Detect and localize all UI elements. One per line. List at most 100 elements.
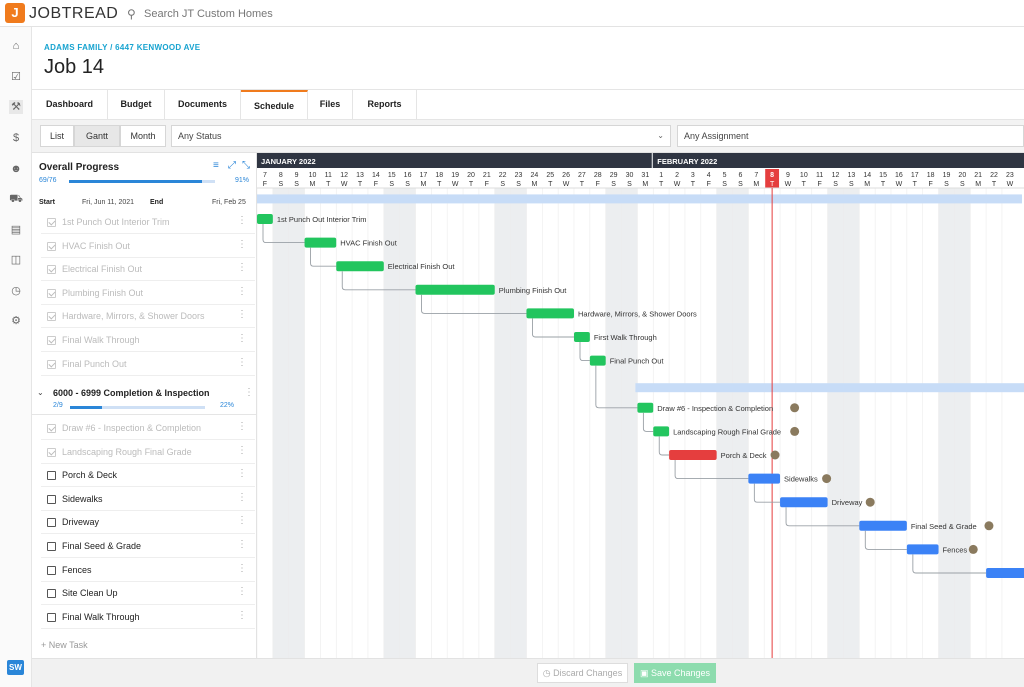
tab-budget[interactable]: Budget xyxy=(108,90,165,119)
checkbox-icon[interactable]: ☑ xyxy=(9,70,23,84)
task-menu-icon[interactable]: ⋮ xyxy=(237,563,247,574)
task-label[interactable]: Sidewalks xyxy=(62,494,103,504)
tab-reports[interactable]: Reports xyxy=(353,90,417,119)
chevron-down-icon[interactable]: ⌄ xyxy=(37,388,44,397)
task-label[interactable]: 1st Punch Out Interior Trim xyxy=(62,217,170,227)
task-row[interactable]: Driveway ⋮ xyxy=(41,511,255,535)
document-icon[interactable]: ◫ xyxy=(9,253,23,267)
assignment-filter-select[interactable]: Any Assignment xyxy=(677,125,1024,147)
task-label[interactable]: HVAC Finish Out xyxy=(62,241,130,251)
task-label[interactable]: Hardware, Mirrors, & Shower Doors xyxy=(62,311,205,321)
collapse-icon[interactable]: ⤢ xyxy=(228,160,236,171)
discard-changes-button[interactable]: ◷ Discard Changes xyxy=(537,663,628,683)
task-row[interactable]: Landscaping Rough Final Grade ⋮ xyxy=(41,441,255,464)
home-icon[interactable]: ⌂ xyxy=(9,39,23,53)
task-label[interactable]: Plumbing Finish Out xyxy=(62,288,143,298)
task-label[interactable]: Porch & Deck xyxy=(62,470,117,480)
tab-schedule[interactable]: Schedule xyxy=(241,90,308,119)
task-row[interactable]: Fences ⋮ xyxy=(41,559,255,582)
logo-text[interactable]: JOBTREAD xyxy=(29,5,118,23)
task-row[interactable]: Final Punch Out ⋮ xyxy=(41,353,255,376)
task-menu-icon[interactable]: ⋮ xyxy=(237,333,247,344)
wrench-icon[interactable]: ⚒ xyxy=(9,100,23,114)
tab-dashboard[interactable]: Dashboard xyxy=(32,90,108,119)
task-checkbox[interactable] xyxy=(47,265,56,275)
task-label[interactable]: Fences xyxy=(62,565,92,575)
task-menu-icon[interactable]: ⋮ xyxy=(237,468,247,479)
view-list-button[interactable]: List xyxy=(40,125,74,147)
task-row[interactable]: Final Walk Through ⋮ xyxy=(41,329,255,352)
task-menu-icon[interactable]: ⋮ xyxy=(237,610,247,621)
task-menu-icon[interactable]: ⋮ xyxy=(237,286,247,297)
task-menu-icon[interactable]: ⋮ xyxy=(237,239,247,250)
tab-documents[interactable]: Documents xyxy=(165,90,241,119)
task-menu-icon[interactable]: ⋮ xyxy=(237,262,247,273)
task-label[interactable]: Draw #6 - Inspection & Completion xyxy=(62,423,201,433)
task-menu-icon[interactable]: ⋮ xyxy=(237,215,247,226)
task-row[interactable]: Plumbing Finish Out ⋮ xyxy=(41,282,255,305)
status-filter-select[interactable]: Any Status ⌄ xyxy=(171,125,671,147)
view-gantt-button[interactable]: Gantt xyxy=(74,125,120,147)
task-checkbox[interactable] xyxy=(47,565,56,575)
gear-icon[interactable]: ⚙ xyxy=(9,314,23,328)
new-task-button[interactable]: + New Task xyxy=(41,640,88,650)
task-group-header[interactable]: ⌄ 6000 - 6999 Completion & Inspection 2/… xyxy=(32,383,256,415)
task-row[interactable]: Final Walk Through ⋮ xyxy=(41,606,255,629)
task-checkbox[interactable] xyxy=(47,312,56,322)
task-checkbox[interactable] xyxy=(47,589,56,599)
task-label[interactable]: Final Walk Through xyxy=(62,335,140,345)
expand-icon[interactable]: ⤡ xyxy=(242,160,250,171)
task-label[interactable]: Electrical Finish Out xyxy=(62,264,142,274)
task-label[interactable]: Final Seed & Grade xyxy=(62,541,141,551)
task-checkbox[interactable] xyxy=(47,359,56,369)
users-icon[interactable]: ☻ xyxy=(9,162,23,176)
task-checkbox[interactable] xyxy=(47,612,56,622)
search-box[interactable]: ⚲ Search JT Custom Homes xyxy=(119,2,359,25)
list-icon[interactable]: ≡ xyxy=(213,160,219,171)
task-label[interactable]: Driveway xyxy=(62,517,99,527)
task-menu-icon[interactable]: ⋮ xyxy=(237,421,247,432)
search-input[interactable]: Search JT Custom Homes xyxy=(144,8,273,20)
task-row[interactable]: Hardware, Mirrors, & Shower Doors ⋮ xyxy=(41,305,255,329)
task-checkbox[interactable] xyxy=(47,471,56,481)
clock-icon[interactable]: ◷ xyxy=(9,284,23,298)
task-checkbox[interactable] xyxy=(47,241,56,251)
task-menu-icon[interactable]: ⋮ xyxy=(237,515,247,526)
task-checkbox[interactable] xyxy=(47,494,56,504)
task-row[interactable]: HVAC Finish Out ⋮ xyxy=(41,235,255,258)
task-row[interactable]: Site Clean Up ⋮ xyxy=(41,582,255,606)
task-label[interactable]: Final Walk Through xyxy=(62,612,140,622)
view-month-button[interactable]: Month xyxy=(120,125,166,147)
task-menu-icon[interactable]: ⋮ xyxy=(237,539,247,550)
task-label[interactable]: Final Punch Out xyxy=(62,359,127,369)
task-menu-icon[interactable]: ⋮ xyxy=(237,445,247,456)
task-checkbox[interactable] xyxy=(47,288,56,298)
task-row[interactable]: Draw #6 - Inspection & Completion ⋮ xyxy=(41,417,255,440)
logo-icon[interactable]: J xyxy=(5,3,25,23)
task-checkbox[interactable] xyxy=(47,218,56,227)
task-checkbox[interactable] xyxy=(47,542,56,551)
task-menu-icon[interactable]: ⋮ xyxy=(237,492,247,503)
task-menu-icon[interactable]: ⋮ xyxy=(237,357,247,368)
task-row[interactable]: Porch & Deck ⋮ xyxy=(41,464,255,488)
save-changes-button[interactable]: ▣ Save Changes xyxy=(634,663,716,683)
task-row[interactable]: Electrical Finish Out ⋮ xyxy=(41,258,255,282)
task-checkbox[interactable] xyxy=(47,447,56,457)
task-menu-icon[interactable]: ⋮ xyxy=(237,586,247,597)
task-row[interactable]: 1st Punch Out Interior Trim ⋮ xyxy=(41,211,255,234)
task-menu-icon[interactable]: ⋮ xyxy=(237,309,247,320)
task-checkbox[interactable] xyxy=(47,336,56,345)
truck-icon[interactable]: ⛟ xyxy=(9,192,23,206)
breadcrumb[interactable]: ADAMS FAMILY / 6447 KENWOOD AVE xyxy=(44,43,200,52)
group-menu-icon[interactable]: ⋮ xyxy=(244,387,254,398)
task-row[interactable]: Sidewalks ⋮ xyxy=(41,488,255,511)
task-row[interactable]: Final Seed & Grade ⋮ xyxy=(41,535,255,558)
task-label[interactable]: Site Clean Up xyxy=(62,588,118,598)
task-label[interactable]: Landscaping Rough Final Grade xyxy=(62,447,192,457)
task-checkbox[interactable] xyxy=(47,518,56,528)
tab-files[interactable]: Files xyxy=(308,90,353,119)
dollar-icon[interactable]: $ xyxy=(9,131,23,145)
book-icon[interactable]: ▤ xyxy=(9,223,23,237)
task-checkbox[interactable] xyxy=(47,424,56,433)
user-avatar[interactable]: SW xyxy=(7,660,24,675)
